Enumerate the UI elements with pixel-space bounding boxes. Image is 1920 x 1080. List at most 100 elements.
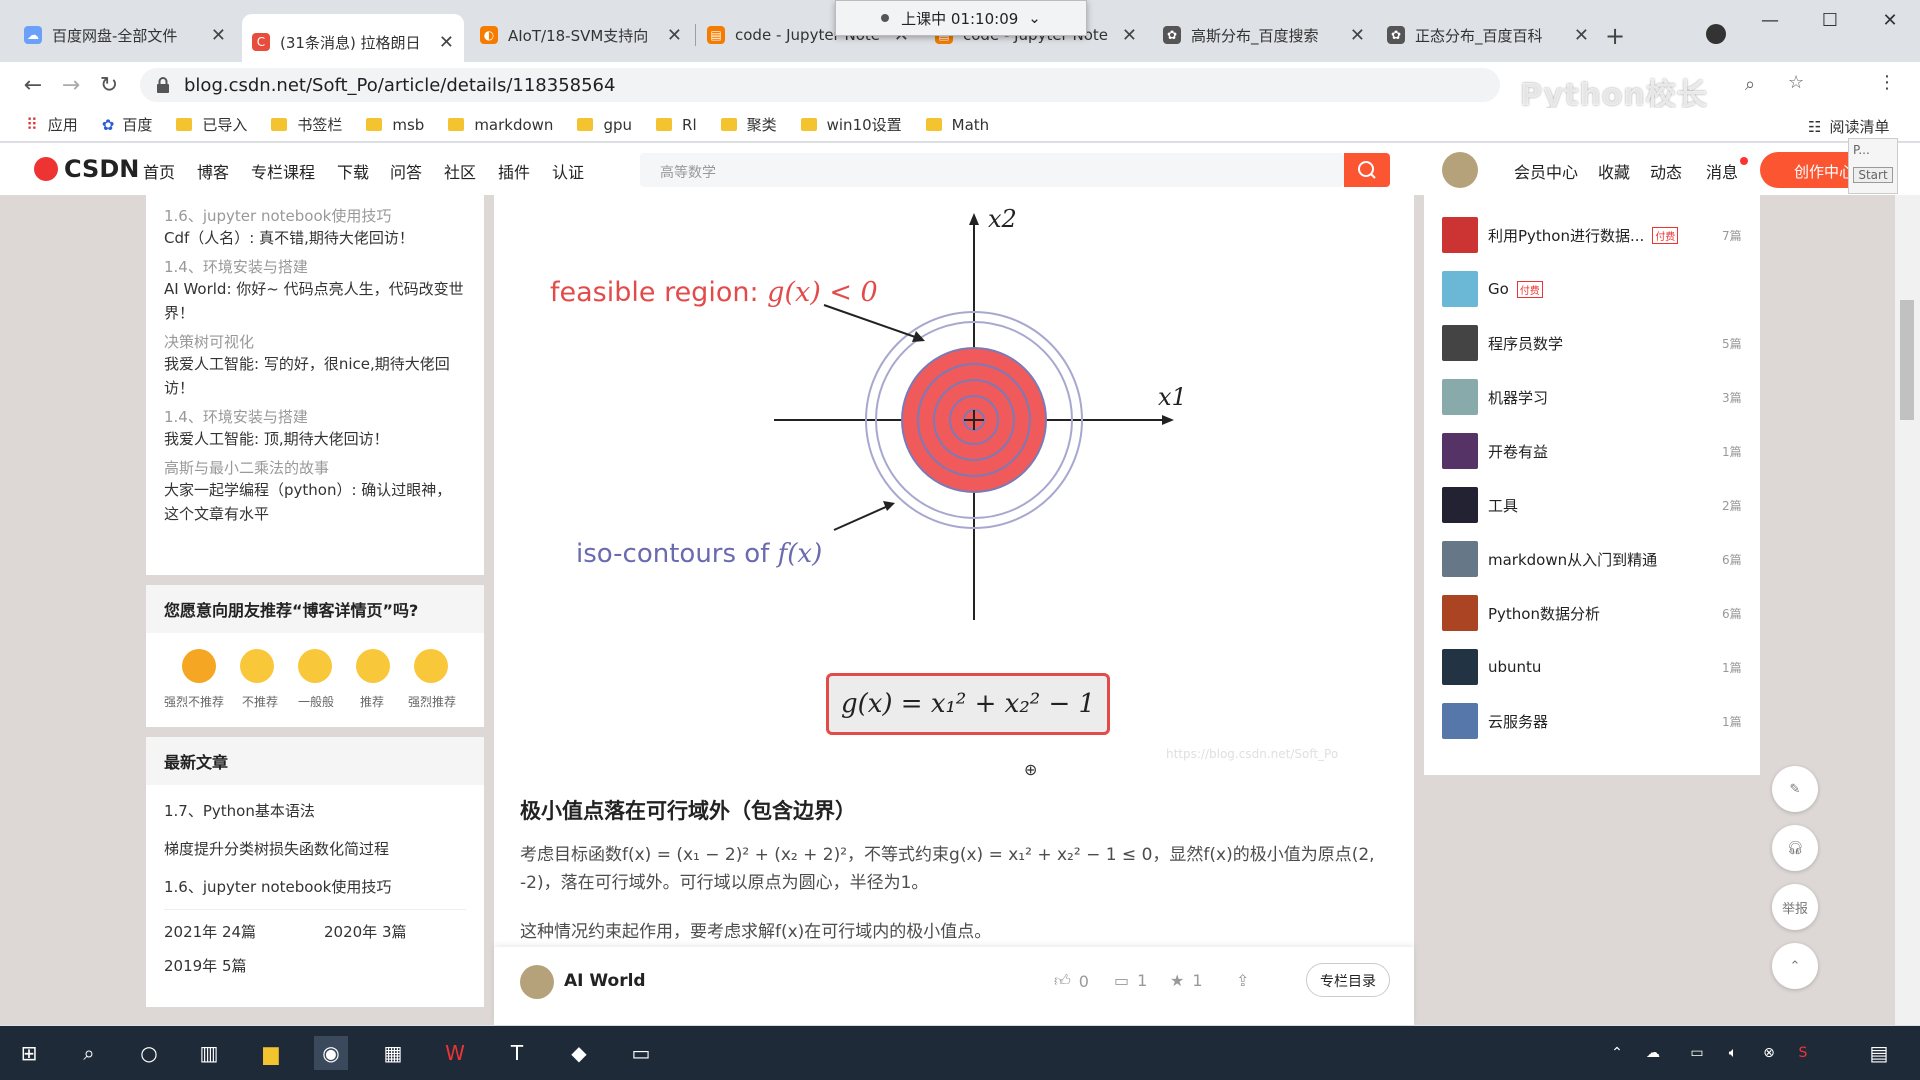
close-icon[interactable]: ✕	[439, 32, 454, 53]
column-item[interactable]: Go 付费	[1442, 269, 1742, 309]
scrollbar-thumb[interactable]	[1900, 300, 1914, 420]
reading-list[interactable]: ☷ 阅读清单	[1808, 116, 1889, 137]
bookmark-folder[interactable]: gpu	[577, 116, 632, 134]
tab-gaussian-search[interactable]: ✿ 高斯分布_百度搜索 ✕	[1153, 14, 1375, 56]
terminal-icon[interactable]: ▭	[624, 1036, 658, 1070]
nav-favorites[interactable]: 收藏	[1598, 159, 1630, 183]
grin-face-icon[interactable]	[414, 649, 448, 683]
comment-post-link[interactable]: 1.4、环境安装与搭建	[164, 256, 466, 277]
column-item[interactable]: 机器学习 3篇	[1442, 377, 1742, 417]
search-icon[interactable]: ⌕	[72, 1036, 106, 1070]
app-icon[interactable]: ◆	[562, 1036, 596, 1070]
task-view-icon[interactable]: ▥	[192, 1036, 226, 1070]
bookmark-folder[interactable]: Math	[925, 116, 989, 134]
column-item[interactable]: 开卷有益 1篇	[1442, 431, 1742, 471]
new-tab-plus-icon[interactable]: +	[1605, 22, 1625, 50]
page-scrollbar[interactable]	[1895, 195, 1920, 1025]
nav-messages[interactable]: 消息	[1706, 159, 1738, 183]
bookmark-folder[interactable]: win10设置	[800, 114, 902, 135]
nav-blog[interactable]: 博客	[197, 159, 229, 183]
rating-label[interactable]: 推荐	[360, 693, 384, 710]
back-icon[interactable]: ←	[14, 73, 52, 98]
rating-label[interactable]: 一般般	[298, 693, 334, 710]
tab-normal-distribution[interactable]: ✿ 正态分布_百度百科 ✕	[1377, 14, 1599, 56]
edit-icon[interactable]: ✎	[1772, 766, 1818, 812]
reload-icon[interactable]: ↻	[90, 73, 128, 98]
comment-post-link[interactable]: 决策树可视化	[164, 331, 466, 352]
star-button[interactable]: ★ 1	[1170, 971, 1203, 990]
network-icon[interactable]: ▭	[1680, 1036, 1714, 1070]
nav-plugins[interactable]: 插件	[498, 159, 530, 183]
comment-button[interactable]: ▭ 1	[1114, 971, 1147, 990]
column-item[interactable]: 工具 2篇	[1442, 485, 1742, 525]
bookmark-folder[interactable]: 聚类	[720, 114, 777, 135]
column-item[interactable]: 云服务器 1篇	[1442, 701, 1742, 741]
angry-face-icon[interactable]	[182, 649, 216, 683]
latest-article-link[interactable]: 梯度提升分类树损失函数化简过程	[164, 837, 466, 861]
neutral-face-icon[interactable]	[240, 649, 274, 683]
csdn-logo[interactable]: CSDN	[34, 155, 139, 183]
back-to-top-icon[interactable]: ⌃	[1772, 943, 1818, 989]
nav-member-center[interactable]: 会员中心	[1514, 159, 1578, 183]
tray-app-icon[interactable]: S	[1786, 1036, 1820, 1070]
report-button[interactable]: 举报	[1772, 884, 1818, 930]
nav-community[interactable]: 社区	[444, 159, 476, 183]
avatar[interactable]	[1442, 152, 1478, 188]
file-explorer-icon[interactable]: ▆	[254, 1036, 288, 1070]
tray-cloud-icon[interactable]: ☁	[1636, 1036, 1670, 1070]
search-input[interactable]: 高等数学	[640, 153, 1344, 187]
forward-icon[interactable]: →	[52, 73, 90, 98]
comment-post-link[interactable]: 1.4、环境安装与搭建	[164, 406, 466, 427]
column-item[interactable]: 程序员数学 5篇	[1442, 323, 1742, 363]
start-button[interactable]: Start	[1853, 167, 1893, 183]
class-timer[interactable]: 上课中 01:10:09 ⌄	[835, 0, 1087, 36]
nav-courses[interactable]: 专栏课程	[251, 159, 315, 183]
like-button[interactable]: 👍︎ 0	[1054, 971, 1089, 991]
tray-close-icon[interactable]: ⊗	[1752, 1036, 1786, 1070]
close-icon[interactable]: ✕	[1122, 25, 1137, 46]
latest-article-link[interactable]: 1.7、Python基本语法	[164, 799, 466, 823]
windows-start-icon[interactable]: ⊞	[12, 1036, 46, 1070]
chrome-icon[interactable]: ◉	[314, 1036, 348, 1070]
close-icon[interactable]: ✕	[1574, 25, 1589, 46]
share-icon[interactable]: ⇪	[1236, 971, 1249, 990]
zoom-icon[interactable]: ⌕	[1745, 74, 1755, 95]
close-icon[interactable]: ✕	[211, 25, 226, 46]
start-popup[interactable]: P... Start	[1848, 138, 1898, 194]
smile-face-icon[interactable]	[356, 649, 390, 683]
url-bar[interactable]: blog.csdn.net/Soft_Po/article/details/11…	[140, 68, 1500, 102]
bookmark-baidu[interactable]: ✿ 百度	[102, 114, 153, 135]
nav-activity[interactable]: 动态	[1650, 159, 1682, 183]
nav-download[interactable]: 下载	[337, 159, 369, 183]
bookmark-apps[interactable]: ⠿ 应用	[26, 114, 78, 135]
bookmark-folder[interactable]: 已导入	[176, 114, 247, 135]
profile-icon[interactable]	[1706, 24, 1726, 44]
paint-icon[interactable]: ▦	[376, 1036, 410, 1070]
tab-baidu-pan[interactable]: ☁ 百度网盘-全部文件 ✕	[14, 14, 236, 56]
chevron-down-icon[interactable]: ⌄	[1028, 9, 1041, 27]
volume-icon[interactable]: 🔈︎	[1716, 1036, 1750, 1070]
rating-label[interactable]: 不推荐	[242, 693, 278, 710]
column-catalog-button[interactable]: 专栏目录	[1306, 963, 1390, 997]
column-item[interactable]: 利用Python进行数据... 付费 7篇	[1442, 215, 1742, 255]
tab-aiot-svm[interactable]: ◐ AIoT/18-SVM支持向 ✕	[470, 14, 692, 56]
column-item[interactable]: Python数据分析 6篇	[1442, 593, 1742, 633]
latest-article-link[interactable]: 1.6、jupyter notebook使用技巧	[164, 875, 466, 899]
comment-post-link[interactable]: 高斯与最小二乘法的故事	[164, 457, 466, 478]
search-button[interactable]	[1344, 153, 1390, 187]
typora-icon[interactable]: T	[500, 1036, 534, 1070]
bookmark-folder[interactable]: markdown	[448, 116, 553, 134]
archive-link[interactable]: 2020年 3篇	[324, 920, 464, 954]
archive-link[interactable]: 2021年 24篇	[164, 920, 324, 944]
archive-link[interactable]: 2019年 5篇	[164, 954, 247, 978]
menu-dots-icon[interactable]: ⋮	[1878, 72, 1896, 93]
cortana-icon[interactable]: ○	[132, 1036, 166, 1070]
tray-up-icon[interactable]: ⌃	[1600, 1036, 1634, 1070]
bookmark-folder[interactable]: 书签栏	[271, 114, 342, 135]
close-icon[interactable]: ✕	[1350, 25, 1365, 46]
nav-qa[interactable]: 问答	[390, 159, 422, 183]
author-name[interactable]: AI World	[564, 971, 646, 991]
minimize-icon[interactable]: —	[1740, 10, 1800, 31]
notification-center-icon[interactable]: ▤	[1862, 1036, 1896, 1070]
maximize-icon[interactable]: ☐	[1800, 10, 1860, 31]
